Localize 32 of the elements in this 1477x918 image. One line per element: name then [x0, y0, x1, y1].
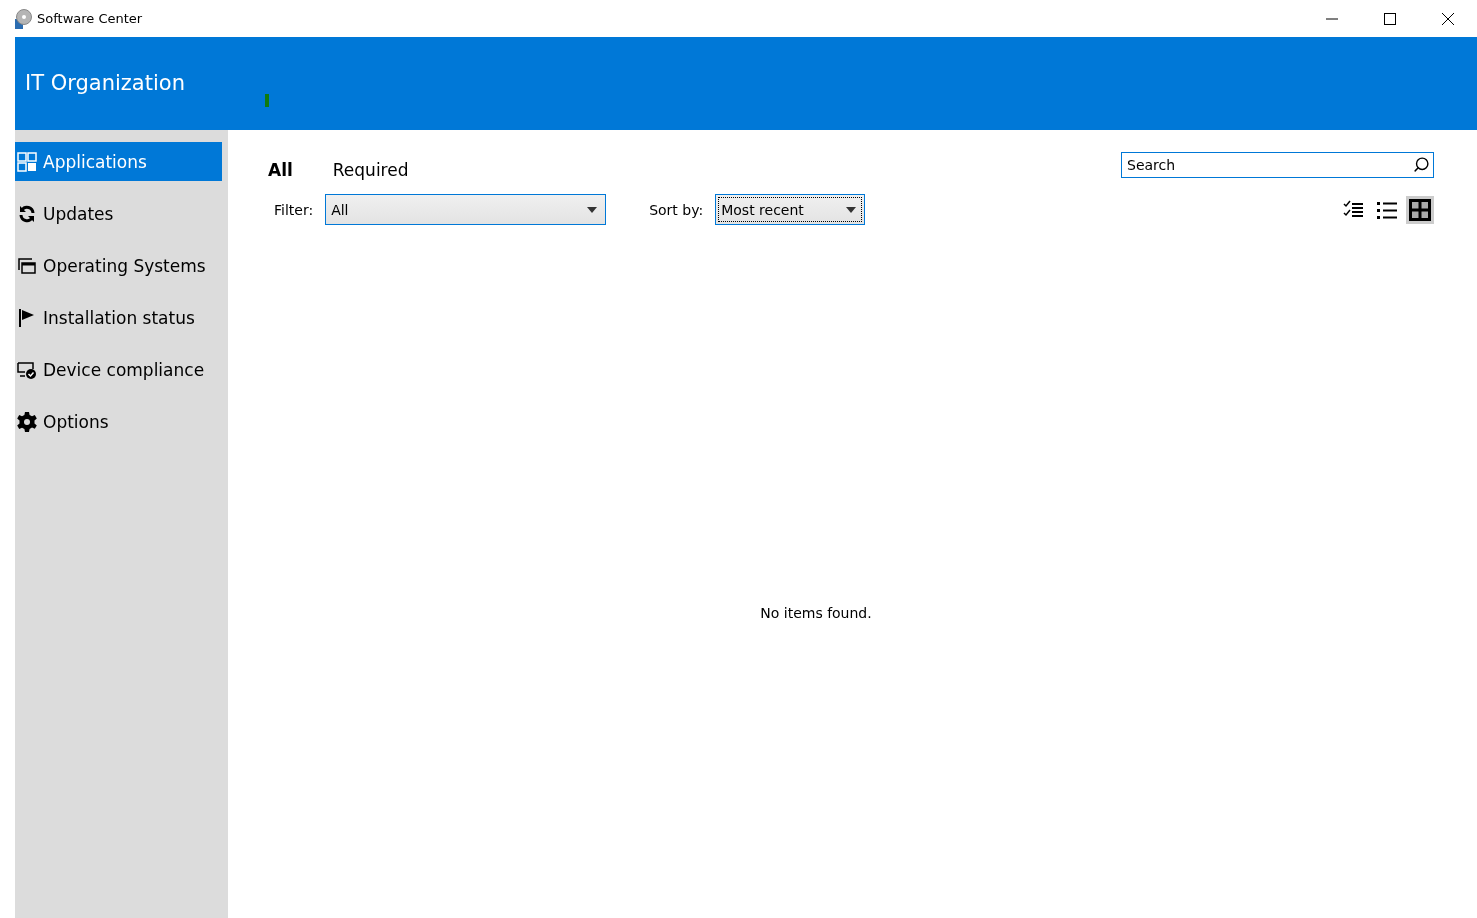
windows-icon — [17, 255, 37, 276]
sidebar-item[interactable]: Updates — [15, 194, 222, 233]
sidebar-item[interactable]: Installation status — [15, 298, 222, 337]
search-icon[interactable] — [1413, 156, 1430, 173]
sidebar-item[interactable]: Options — [15, 402, 222, 441]
tiles-icon — [1409, 198, 1431, 221]
sort-label: Sort by: — [649, 201, 704, 218]
organization-title: IT Organization — [25, 70, 185, 95]
empty-message: No items found. — [760, 605, 872, 621]
refresh-icon — [17, 203, 37, 224]
app-icon — [15, 8, 32, 29]
tab[interactable]: Required — [332, 160, 409, 180]
caret-icon — [587, 206, 598, 213]
caret-icon — [846, 206, 857, 213]
maximize-icon — [1384, 12, 1396, 25]
filter-dropdown[interactable]: All — [325, 194, 607, 225]
checklist-icon — [1343, 199, 1365, 220]
device-check-icon — [17, 359, 37, 380]
view-button[interactable] — [1406, 195, 1434, 224]
tiles-icon — [17, 151, 37, 172]
sidebar-item[interactable]: Applications — [15, 142, 222, 181]
filter-label: Filter: — [274, 201, 314, 218]
sort-dropdown[interactable]: Most recent — [715, 194, 866, 225]
progress-tick — [264, 94, 269, 107]
sidebar-item[interactable]: Device compliance — [15, 350, 222, 389]
minimize-icon — [1326, 17, 1338, 20]
window-title: Software Center — [37, 11, 144, 26]
list-icon — [1376, 199, 1398, 220]
sidebar-item[interactable]: Operating Systems — [15, 246, 222, 285]
search-field[interactable]: Search — [1121, 152, 1434, 178]
tab[interactable]: All — [268, 160, 293, 180]
close-icon — [1442, 12, 1454, 25]
